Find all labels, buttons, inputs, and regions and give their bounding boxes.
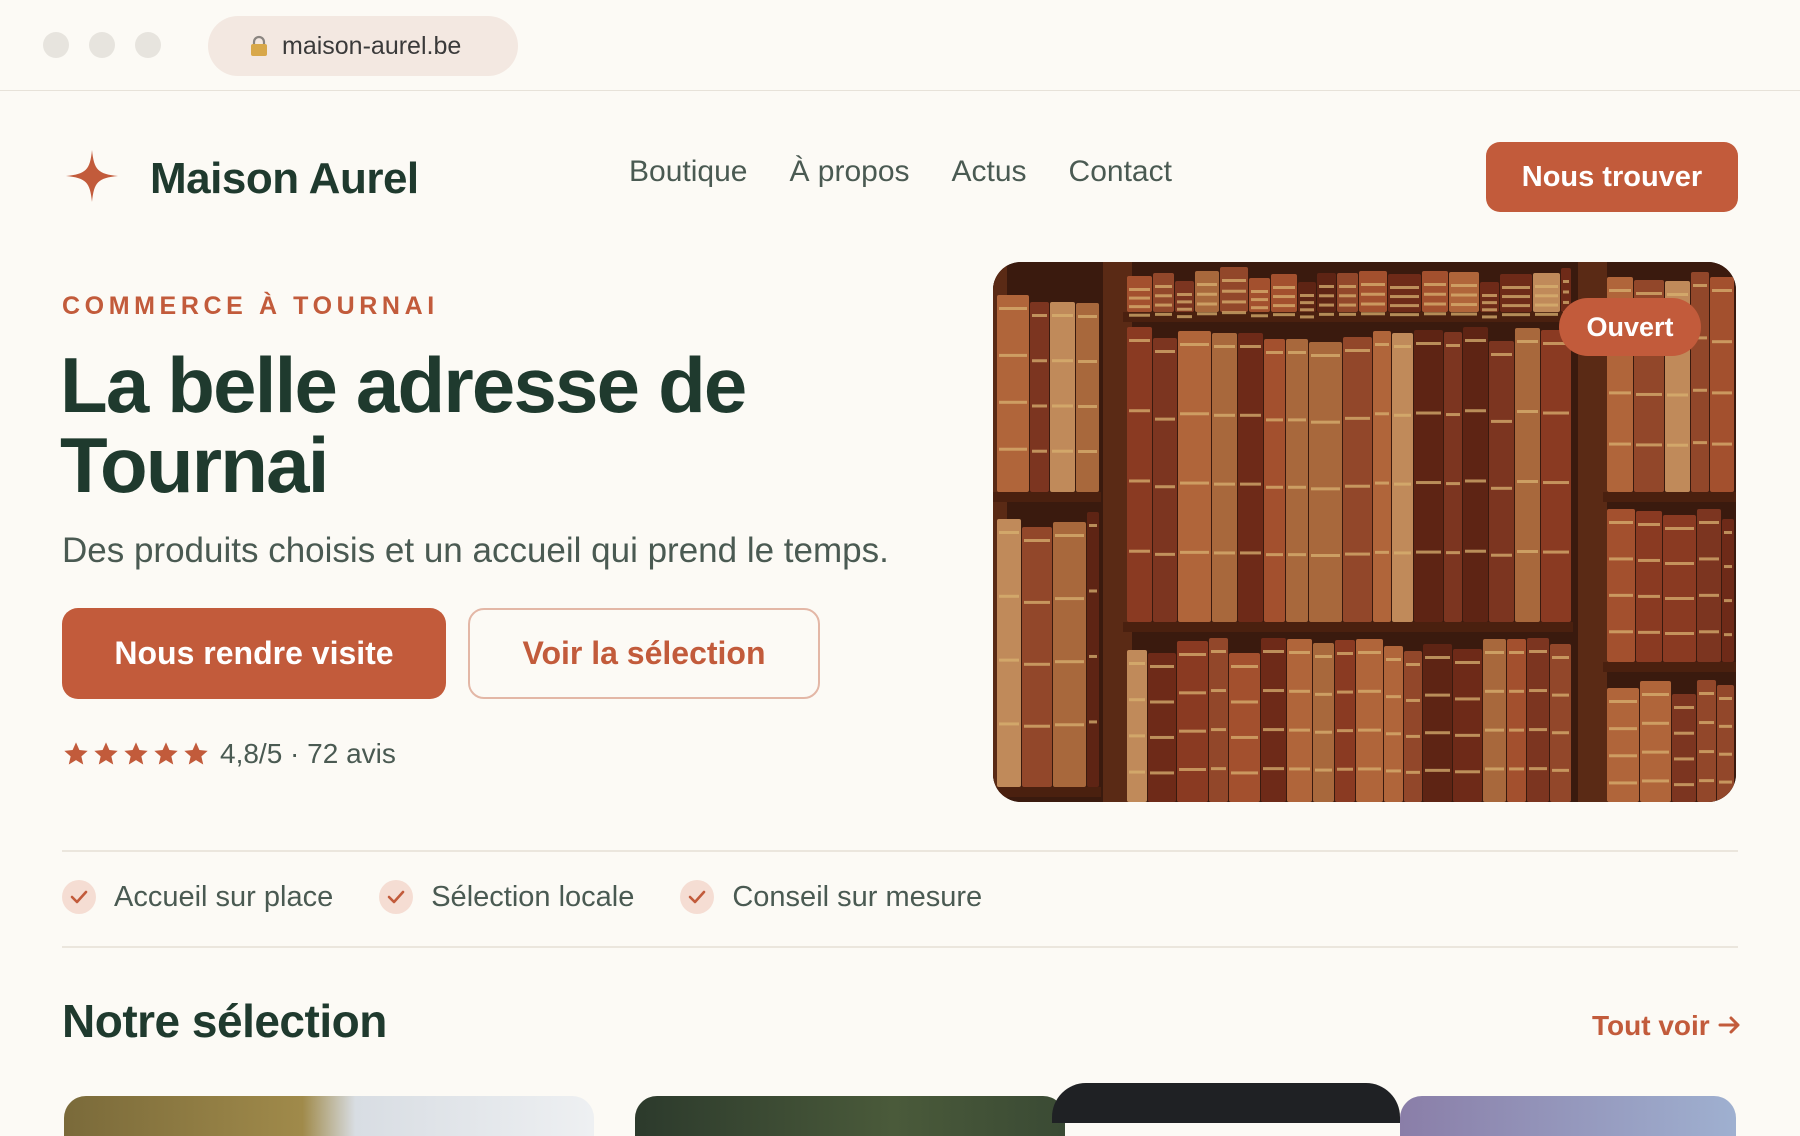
address-bar[interactable]: maison-aurel.be xyxy=(208,16,518,76)
check-icon xyxy=(680,880,715,914)
nav-a-propos[interactable]: À propos xyxy=(789,155,909,189)
star-icon xyxy=(154,742,178,765)
browser-toolbar: maison-aurel.be xyxy=(0,0,1800,91)
divider xyxy=(62,946,1738,948)
sparkle-icon xyxy=(64,148,120,209)
rating-text: 4,8/5 · 72 avis xyxy=(220,738,396,769)
product-card[interactable] xyxy=(1052,1083,1400,1123)
rating-stars xyxy=(62,740,210,768)
feature-item: Accueil sur place xyxy=(62,880,333,914)
window-maximize-dot[interactable] xyxy=(135,32,161,58)
rating: 4,8/5 · 72 avis xyxy=(62,738,396,770)
nav-actus[interactable]: Actus xyxy=(952,155,1027,189)
visit-button[interactable]: Nous rendre visite xyxy=(62,608,446,699)
brand-logo[interactable]: Maison Aurel xyxy=(64,148,419,209)
nav-boutique[interactable]: Boutique xyxy=(629,155,747,189)
check-icon xyxy=(379,880,414,914)
window-close-dot[interactable] xyxy=(43,32,69,58)
feature-item: Sélection locale xyxy=(379,880,634,914)
url-text: maison-aurel.be xyxy=(282,31,462,60)
product-card[interactable] xyxy=(64,1096,594,1136)
find-us-button[interactable]: Nous trouver xyxy=(1486,142,1738,212)
open-status-badge: Ouvert xyxy=(1559,298,1701,356)
brand-name: Maison Aurel xyxy=(150,153,419,203)
arrow-right-icon xyxy=(1718,1010,1742,1042)
feature-label: Sélection locale xyxy=(431,880,635,913)
section-title: Notre sélection xyxy=(62,995,387,1047)
hero-eyebrow: COMMERCE À TOURNAI xyxy=(62,292,439,320)
feature-list: Accueil sur place Sélection locale Conse… xyxy=(62,880,982,914)
hero-headline: La belle adresse de Tournai xyxy=(60,341,747,509)
lock-icon xyxy=(250,35,268,57)
star-icon xyxy=(64,742,88,765)
product-card[interactable] xyxy=(1400,1096,1736,1136)
hero-subtext: Des produits choisis et un accueil qui p… xyxy=(62,531,889,570)
star-icon xyxy=(184,742,208,765)
divider xyxy=(62,850,1738,852)
nav-contact[interactable]: Contact xyxy=(1069,155,1172,189)
feature-item: Conseil sur mesure xyxy=(680,880,982,914)
view-selection-button[interactable]: Voir la sélection xyxy=(468,608,820,699)
see-all-link[interactable]: Tout voir xyxy=(1592,1010,1742,1042)
star-icon xyxy=(94,742,118,765)
check-icon xyxy=(62,880,96,914)
star-icon xyxy=(124,742,148,765)
feature-label: Conseil sur mesure xyxy=(732,880,983,913)
product-card[interactable] xyxy=(635,1096,1065,1136)
main-nav: Boutique À propos Actus Contact xyxy=(629,155,1172,189)
see-all-label: Tout voir xyxy=(1592,1010,1710,1041)
feature-label: Accueil sur place xyxy=(114,880,334,913)
window-minimize-dot[interactable] xyxy=(89,32,115,58)
